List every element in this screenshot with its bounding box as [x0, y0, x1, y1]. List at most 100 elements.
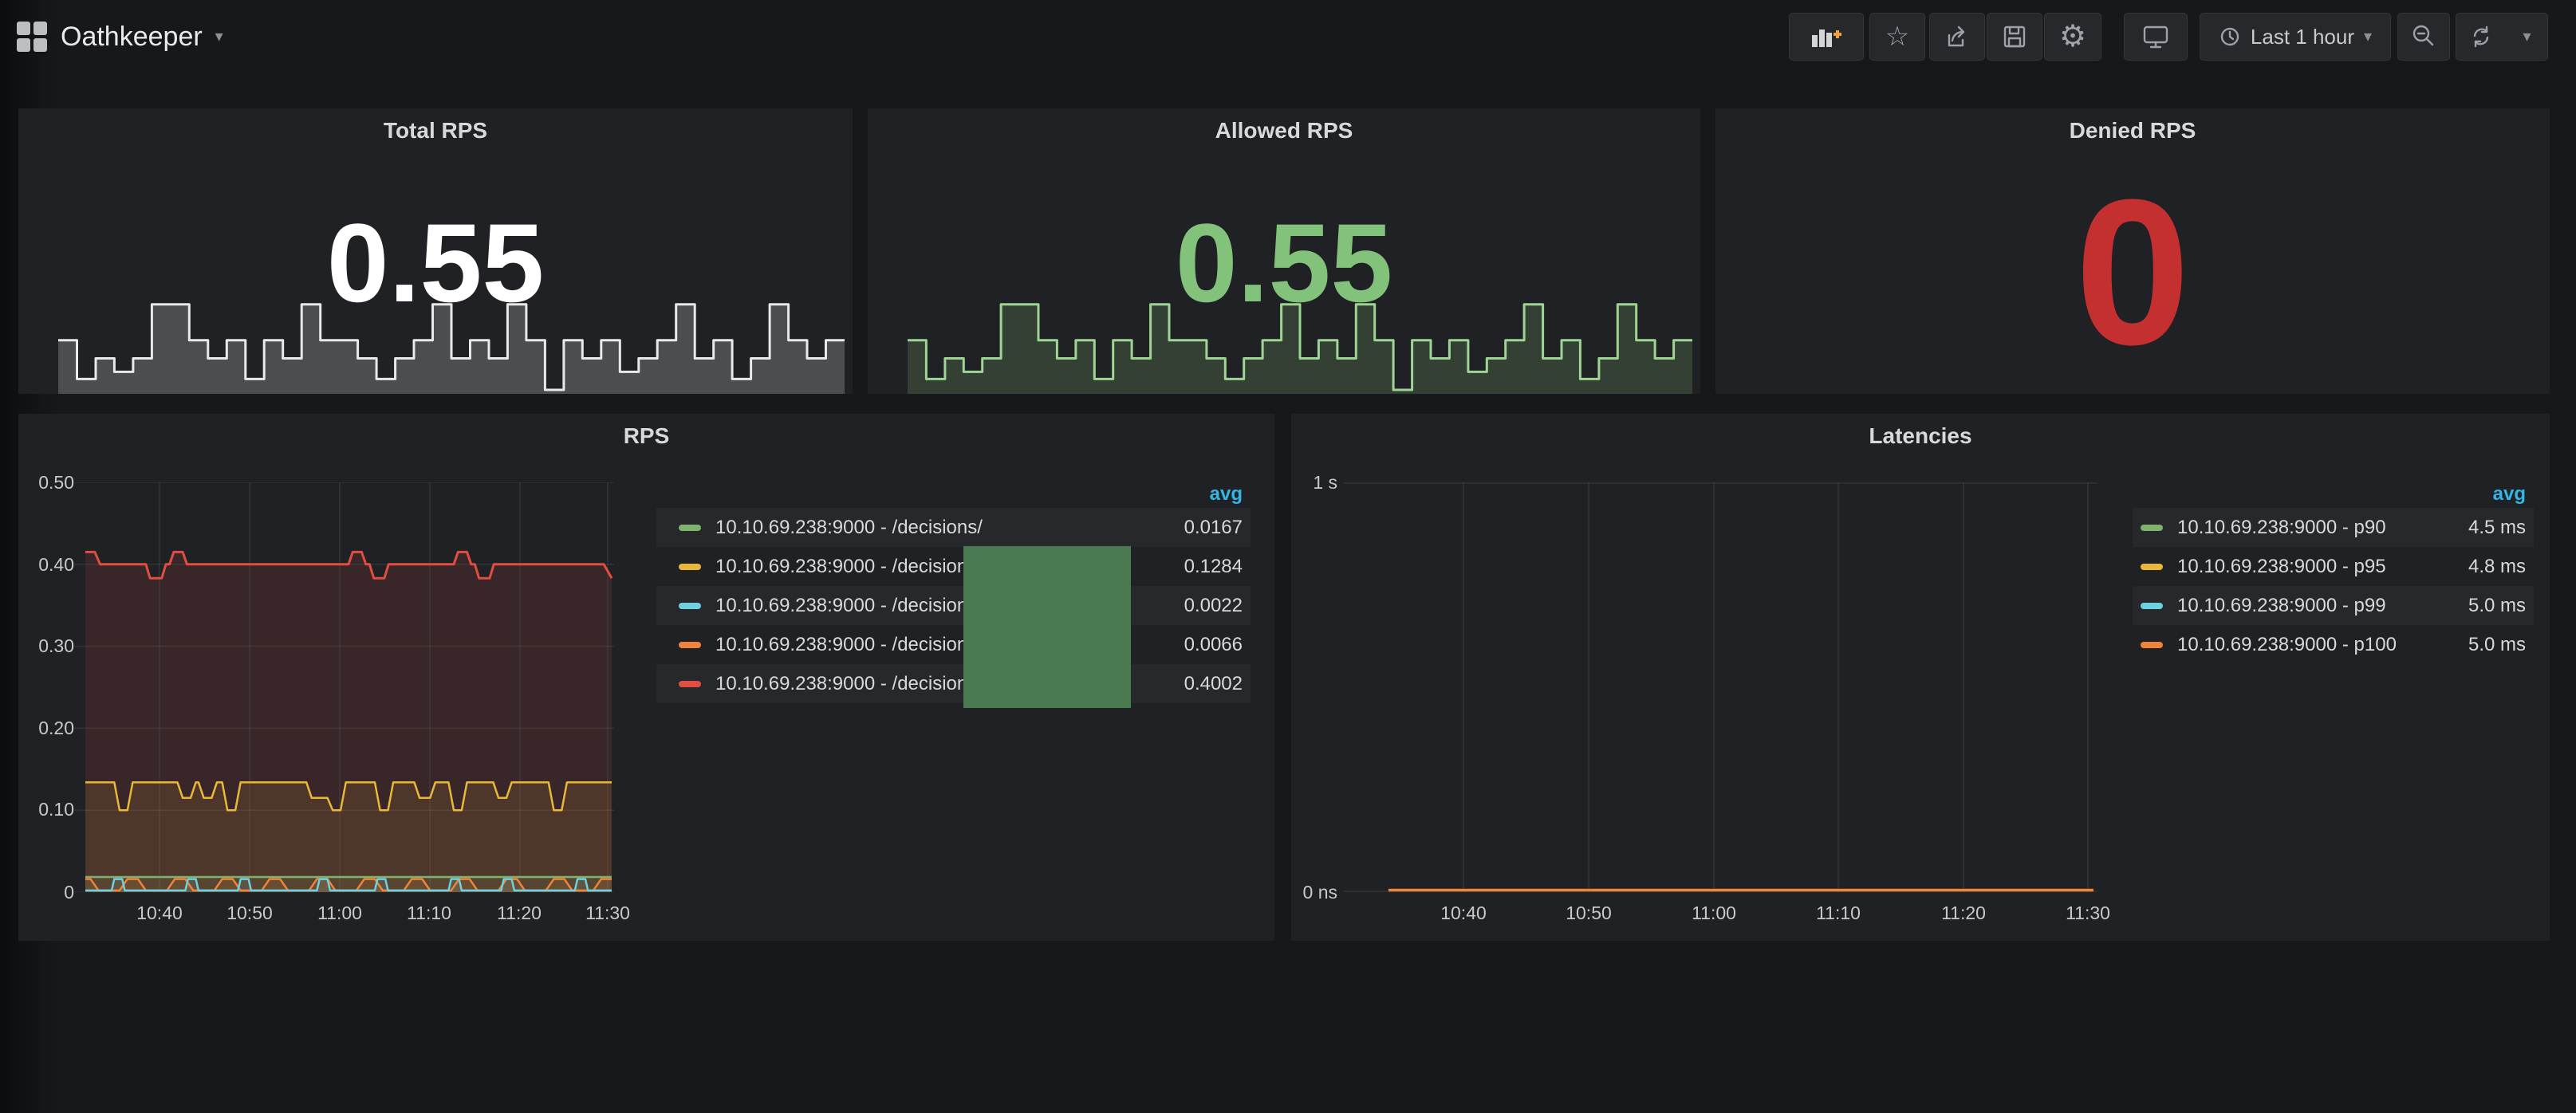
legend-row[interactable]: 10.10.69.238:9000 - /decisions/ 0.0022	[656, 586, 1251, 625]
x-tick: 11:30	[572, 903, 644, 923]
tv-icon	[2141, 22, 2170, 51]
legend-header-row: avg	[656, 481, 1251, 508]
share-icon	[1944, 23, 1971, 50]
latencies-legend: avg 10.10.69.238:9000 - p90 4.5 ms 10.10…	[2133, 481, 2534, 664]
legend-row[interactable]: 10.10.69.238:9000 - p100 5.0 ms	[2133, 625, 2534, 664]
dashboard-title-dropdown[interactable]: Oathkeeper ▾	[61, 19, 223, 54]
chevron-down-icon: ▾	[215, 29, 223, 45]
rps-y-axis: 0.50 0.40 0.30 0.20 0.10 0	[25, 414, 74, 941]
grafana-dashboard: Oathkeeper ▾ ☆	[0, 0, 2576, 1113]
panel-title[interactable]: Total RPS	[18, 118, 853, 144]
stat-value: 0	[1715, 169, 2550, 376]
y-tick: 0 ns	[1303, 882, 1337, 903]
save-icon	[2001, 23, 2028, 50]
rps-legend: avg 10.10.69.238:9000 - /decisions/ 0.01…	[656, 481, 1251, 703]
refresh-icon	[2468, 24, 2494, 49]
series-color-swatch	[2141, 525, 2163, 531]
panel-title[interactable]: Allowed RPS	[868, 118, 1700, 144]
panel-title[interactable]: Denied RPS	[1715, 118, 2550, 144]
chevron-down-icon: ▾	[2364, 29, 2372, 45]
series-color-swatch	[679, 603, 701, 609]
star-icon: ☆	[1885, 23, 1909, 50]
gear-icon: ⚙	[2059, 22, 2086, 52]
clock-icon	[2219, 26, 2241, 48]
x-tick: 10:40	[124, 903, 195, 923]
legend-row[interactable]: 10.10.69.238:9000 - /decisions/ 0.0066	[656, 625, 1251, 664]
refresh-interval-dropdown[interactable]: ▾	[2507, 14, 2548, 60]
panel-rps: RPS 0.50 0.40 0.30 0.20 0.10 0 10:40 10:…	[18, 414, 1274, 941]
star-button[interactable]: ☆	[1869, 13, 1925, 61]
legend-row[interactable]: 10.10.69.238:9000 - /decisions/ 0.1284	[656, 547, 1251, 586]
series-label[interactable]: 10.10.69.238:9000 - /decisions/	[715, 673, 983, 695]
legend-avg-header[interactable]: avg	[1210, 483, 1243, 505]
series-label[interactable]: 10.10.69.238:9000 - p100	[2177, 634, 2397, 656]
zoom-out-button[interactable]	[2397, 13, 2450, 61]
series-color-swatch	[679, 681, 701, 687]
y-tick: 0.30	[38, 635, 74, 656]
rps-chart-canvas[interactable]	[74, 482, 614, 892]
y-tick: 0.20	[38, 718, 74, 738]
panel-denied-rps: Denied RPS 0	[1715, 108, 2550, 394]
legend-row[interactable]: 10.10.69.238:9000 - p99 5.0 ms	[2133, 586, 2534, 625]
legend-header-row: avg	[2133, 481, 2534, 508]
x-tick: 11:10	[393, 903, 465, 923]
series-color-swatch	[2141, 564, 2163, 570]
x-tick: 10:40	[1428, 903, 1499, 923]
settings-button[interactable]: ⚙	[2044, 13, 2101, 61]
time-range-label: Last 1 hour	[2251, 25, 2354, 49]
legend-avg-header[interactable]: avg	[2493, 483, 2526, 505]
logo-square	[33, 38, 47, 52]
series-color-swatch	[679, 525, 701, 531]
series-avg-value: 4.8 ms	[2468, 556, 2534, 578]
x-tick: 11:20	[1928, 903, 1999, 923]
cycle-view-button[interactable]	[2124, 13, 2188, 61]
y-tick: 0.10	[38, 799, 74, 820]
series-avg-value: 0.0167	[1184, 517, 1251, 539]
panel-allowed-rps: Allowed RPS 0.55	[868, 108, 1700, 394]
series-label[interactable]: 10.10.69.238:9000 - /decisions/	[715, 517, 983, 539]
legend-row[interactable]: 10.10.69.238:9000 - /decisions/ 0.0167	[656, 508, 1251, 547]
latencies-chart-canvas[interactable]	[1344, 482, 2097, 892]
y-tick: 0.50	[38, 472, 74, 493]
refresh-split-button: ▾	[2456, 13, 2548, 61]
series-color-swatch	[679, 642, 701, 648]
legend-row[interactable]: 10.10.69.238:9000 - /decisions/ 0.4002	[656, 664, 1251, 703]
legend-row[interactable]: 10.10.69.238:9000 - p95 4.8 ms	[2133, 547, 2534, 586]
series-label[interactable]: 10.10.69.238:9000 - p90	[2177, 517, 2386, 539]
series-color-swatch	[679, 564, 701, 570]
share-button[interactable]	[1929, 13, 1985, 61]
series-avg-value: 5.0 ms	[2468, 595, 2534, 617]
magnifier-minus-icon	[2410, 23, 2437, 50]
add-panel-button[interactable]	[1789, 13, 1864, 61]
series-label[interactable]: 10.10.69.238:9000 - /decisions/	[715, 634, 983, 656]
y-tick: 0	[64, 882, 74, 903]
latencies-y-axis: 1 s 0 ns	[1291, 414, 1337, 941]
grid-logo-icon[interactable]	[17, 22, 47, 52]
x-tick: 11:20	[483, 903, 555, 923]
save-button[interactable]	[1987, 13, 2042, 61]
series-color-swatch	[2141, 603, 2163, 609]
x-tick: 11:10	[1802, 903, 1874, 923]
logo-square	[33, 22, 47, 35]
panel-latencies: Latencies 1 s 0 ns 10:40 10:50 11:00 11:…	[1291, 414, 2550, 941]
panel-total-rps: Total RPS 0.55	[18, 108, 853, 394]
panel-title[interactable]: Latencies	[1291, 423, 2550, 449]
x-tick: 10:50	[214, 903, 286, 923]
series-label[interactable]: 10.10.69.238:9000 - p95	[2177, 556, 2386, 578]
series-label[interactable]: 10.10.69.238:9000 - /decisions/	[715, 595, 983, 617]
legend-row[interactable]: 10.10.69.238:9000 - p90 4.5 ms	[2133, 508, 2534, 547]
green-overlay-block	[963, 546, 1131, 708]
total-rps-sparkline	[58, 294, 845, 394]
chevron-down-icon: ▾	[2523, 29, 2531, 45]
panel-title[interactable]: RPS	[18, 423, 1274, 449]
x-tick: 11:00	[1678, 903, 1750, 923]
series-label[interactable]: 10.10.69.238:9000 - p99	[2177, 595, 2386, 617]
dashboard-header: Oathkeeper ▾ ☆	[0, 0, 2576, 77]
time-range-picker[interactable]: Last 1 hour ▾	[2200, 13, 2391, 61]
series-avg-value: 0.0066	[1184, 634, 1251, 656]
refresh-button[interactable]	[2456, 14, 2507, 60]
series-avg-value: 4.5 ms	[2468, 517, 2534, 539]
logo-square	[17, 22, 30, 35]
allowed-rps-sparkline	[908, 294, 1692, 394]
series-label[interactable]: 10.10.69.238:9000 - /decisions/	[715, 556, 983, 578]
